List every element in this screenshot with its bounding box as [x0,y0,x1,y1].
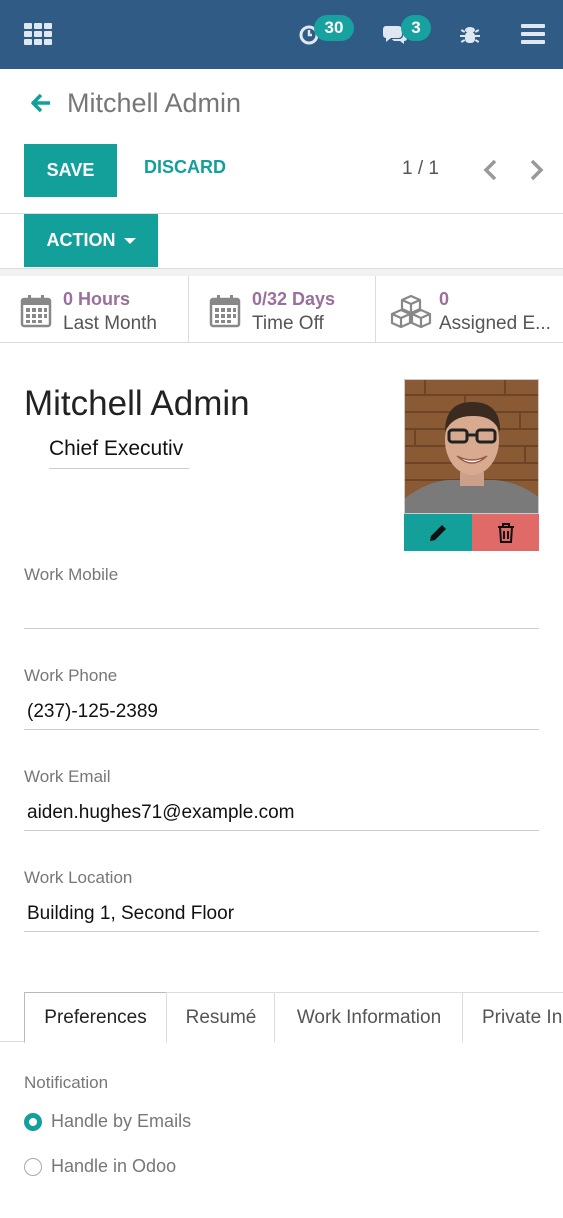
delete-photo-button[interactable] [472,514,539,551]
stat-label: Assigned E... [439,313,551,334]
work-email-label: Work Email [24,767,111,786]
work-location-label: Work Location [24,868,133,887]
chevron-right-icon [530,159,544,181]
stat-value: 0/32 Days [252,289,336,309]
radio-label: Handle in Odoo [51,1156,177,1176]
work-email-field[interactable]: aiden.hughes71@example.com [24,797,539,831]
top-navbar: 30 3 [0,0,563,69]
calendar-icon [209,294,243,328]
radio-handle-by-emails[interactable]: Handle by Emails [24,1111,191,1132]
stat-label: Last Month [63,313,157,334]
work-mobile-field[interactable] [24,595,539,629]
tab-preferences[interactable]: Preferences [24,992,167,1043]
stat-buttons: 0 Hours Last Month 0/32 Days Time Off 0 … [0,276,563,343]
tab-resume[interactable]: Resumé [166,992,275,1042]
cubes-icon [390,294,432,329]
save-button[interactable]: SAVE [24,144,117,197]
discard-button[interactable]: DISCARD [144,157,226,178]
radio-handle-in-odoo[interactable]: Handle in Odoo [24,1156,176,1177]
pager-previous-button[interactable] [478,157,502,183]
stat-button-time-off[interactable]: 0/32 Days Time Off [189,276,376,343]
apps-grid-icon[interactable] [23,22,53,46]
work-mobile-label: Work Mobile [24,565,119,584]
stat-button-timesheets[interactable]: 0 Hours Last Month [0,276,189,343]
stat-button-assigned-equipment[interactable]: 0 Assigned E... [376,276,563,343]
action-button-label: ACTION [46,230,116,250]
employee-name[interactable]: Mitchell Admin [24,384,250,424]
trash-icon [497,522,514,543]
radio-label: Handle by Emails [51,1111,192,1131]
hamburger-menu-icon[interactable] [520,23,546,45]
caret-down-icon [123,237,136,244]
radio-checked-icon[interactable] [24,1112,42,1131]
pager-value[interactable]: 1 / 1 [402,158,439,180]
pencil-icon [430,524,446,541]
stat-value: 0 [439,289,450,309]
radio-unchecked-icon[interactable] [24,1157,42,1176]
job-title-field[interactable]: Chief Executiv [49,437,189,469]
edit-photo-button[interactable] [404,514,472,551]
notebook-tabs: Preferences Resumé Work Information Priv… [0,992,563,1043]
stat-label: Time Off [252,313,324,334]
chevron-left-icon [483,159,497,181]
employee-photo [404,379,539,514]
back-arrow-icon[interactable] [30,92,54,116]
tab-work-information[interactable]: Work Information [274,992,463,1042]
pager-next-button[interactable] [525,157,549,183]
page-title: Mitchell Admin [67,88,242,118]
bug-icon[interactable] [458,21,482,47]
work-phone-label: Work Phone [24,666,118,685]
message-count-badge: 3 [401,15,431,41]
divider [0,268,563,276]
tab-private-information[interactable]: Private In [462,992,563,1042]
calendar-icon [20,294,54,328]
stat-value: 0 Hours [63,289,131,309]
action-dropdown-button[interactable]: ACTION [24,214,158,267]
work-location-field[interactable]: Building 1, Second Floor [24,898,539,932]
work-phone-field[interactable]: (237)-125-2389 [24,696,539,730]
notification-label: Notification [24,1073,109,1092]
activity-count-badge: 30 [314,15,354,41]
